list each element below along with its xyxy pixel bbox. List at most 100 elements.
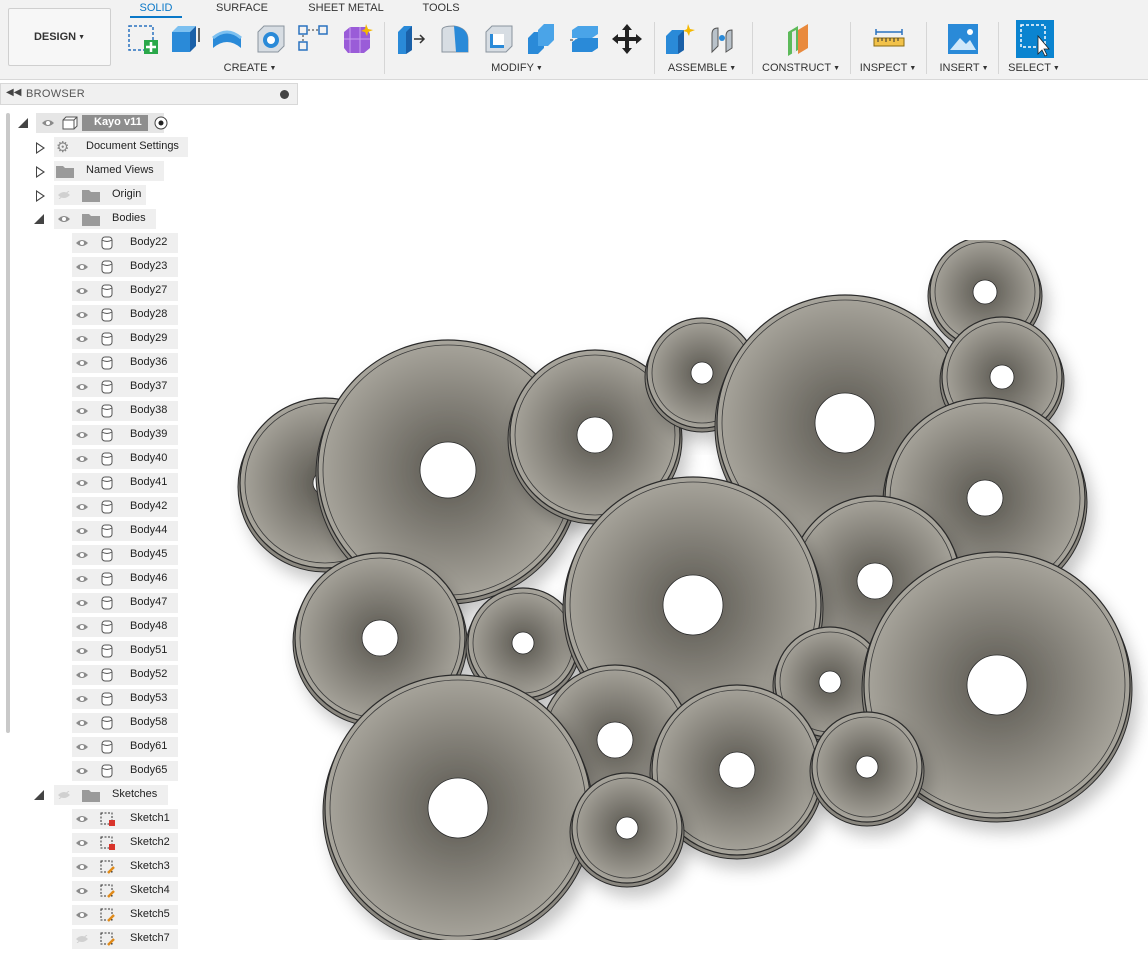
create-form-icon[interactable] (340, 22, 374, 56)
tab-sheet-metal[interactable]: SHEET METAL (305, 0, 387, 16)
hole-icon[interactable] (254, 22, 288, 56)
visibility-eye-icon[interactable] (76, 839, 88, 847)
tree-item-body[interactable]: Body51 (72, 641, 182, 661)
visibility-eye-icon[interactable] (76, 695, 88, 703)
visibility-eye-icon[interactable] (76, 479, 88, 487)
tree-item-body[interactable]: Body36 (72, 353, 182, 373)
create-menu[interactable]: CREATE ▼ (205, 61, 295, 75)
visibility-eye-icon[interactable] (76, 431, 88, 439)
tree-item-body[interactable]: Body46 (72, 569, 182, 589)
visibility-eye-icon[interactable] (76, 383, 88, 391)
select-icon[interactable] (1016, 20, 1054, 58)
insert-image-icon[interactable] (946, 22, 980, 56)
expand-arrow-icon[interactable] (36, 190, 45, 202)
split-body-icon[interactable] (568, 22, 602, 56)
expand-arrow-icon[interactable] (36, 166, 45, 178)
tree-folder-sketches[interactable]: Sketches (34, 785, 194, 805)
fillet-icon[interactable] (438, 22, 472, 56)
visibility-eye-icon[interactable] (76, 623, 88, 631)
shell-icon[interactable] (482, 22, 516, 56)
visibility-eye-icon[interactable] (76, 815, 88, 823)
tree-item-body[interactable]: Body29 (72, 329, 182, 349)
visibility-eye-icon[interactable] (76, 671, 88, 679)
modify-menu[interactable]: MODIFY ▼ (470, 61, 564, 75)
tab-tools[interactable]: TOOLS (415, 0, 467, 16)
funnel-body[interactable] (569, 772, 685, 888)
tree-item-body[interactable]: Body52 (72, 665, 182, 685)
visibility-eye-icon[interactable] (76, 719, 88, 727)
tree-item-sketch[interactable]: Sketch2 (72, 833, 182, 853)
tree-root-row[interactable]: Kayo v11 (14, 113, 184, 133)
revolve-icon[interactable] (210, 22, 244, 56)
collapse-panel-icon[interactable]: ◀◀ (6, 87, 21, 98)
tree-folder-named-views[interactable]: Named Views (34, 161, 194, 181)
tree-item-body[interactable]: Body61 (72, 737, 182, 757)
tree-item-body[interactable]: Body65 (72, 761, 182, 781)
tree-item-body[interactable]: Body28 (72, 305, 182, 325)
collapse-arrow-icon[interactable] (34, 214, 44, 224)
tree-item-body[interactable]: Body39 (72, 425, 182, 445)
visibility-eye-icon[interactable] (76, 911, 88, 919)
visibility-eye-icon[interactable] (76, 887, 88, 895)
tree-item-body[interactable]: Body44 (72, 521, 182, 541)
expand-arrow-icon[interactable] (36, 142, 45, 154)
tree-item-body[interactable]: Body22 (72, 233, 182, 253)
visibility-eye-icon[interactable] (76, 287, 88, 295)
visibility-eye-icon[interactable] (76, 599, 88, 607)
visibility-eye-icon[interactable] (76, 863, 88, 871)
visibility-eye-icon[interactable] (76, 527, 88, 535)
create-sketch-icon[interactable] (126, 22, 160, 56)
tab-surface[interactable]: SURFACE (210, 0, 274, 16)
tree-item-sketch[interactable]: Sketch1 (72, 809, 182, 829)
visibility-eye-icon[interactable] (76, 335, 88, 343)
visibility-eye-icon[interactable] (76, 503, 88, 511)
tree-item-sketch[interactable]: Sketch3 (72, 857, 182, 877)
tree-item-sketch[interactable]: Sketch7 (72, 929, 182, 949)
funnel-body[interactable] (322, 674, 594, 940)
tree-folder-origin[interactable]: Origin (34, 185, 194, 205)
visibility-eye-icon[interactable] (76, 767, 88, 775)
visibility-eye-icon[interactable] (58, 215, 70, 223)
measure-icon[interactable] (872, 22, 906, 56)
visibility-eye-icon[interactable] (76, 575, 88, 583)
visibility-eye-icon[interactable] (76, 359, 88, 367)
inspect-menu[interactable]: INSPECT ▼ (856, 61, 920, 75)
tree-item-body[interactable]: Body48 (72, 617, 182, 637)
visibility-eye-icon[interactable] (76, 263, 88, 271)
model-viewport[interactable] (230, 240, 1148, 940)
tree-folder-document-settings[interactable]: ⚙ Document Settings (34, 137, 194, 157)
collapse-arrow-icon[interactable] (34, 790, 44, 800)
browser-scrollbar[interactable] (6, 113, 10, 733)
design-workspace-button[interactable]: DESIGN ▼ (8, 8, 111, 66)
tree-item-sketch[interactable]: Sketch5 (72, 905, 182, 925)
tree-item-body[interactable]: Body37 (72, 377, 182, 397)
activate-radio-icon[interactable] (154, 116, 168, 130)
visibility-eye-icon[interactable] (76, 407, 88, 415)
tree-item-body[interactable]: Body42 (72, 497, 182, 517)
insert-menu[interactable]: INSERT ▼ (936, 61, 992, 75)
offset-plane-icon[interactable] (782, 22, 816, 56)
press-pull-icon[interactable] (394, 22, 428, 56)
tree-item-body[interactable]: Body27 (72, 281, 182, 301)
visibility-eye-hidden-icon[interactable] (58, 791, 70, 799)
select-menu[interactable]: SELECT ▼ (1006, 61, 1062, 75)
assemble-menu[interactable]: ASSEMBLE ▼ (660, 61, 744, 75)
tree-item-sketch[interactable]: Sketch4 (72, 881, 182, 901)
pattern-icon[interactable] (296, 22, 330, 56)
collapse-arrow-icon[interactable] (18, 118, 28, 128)
visibility-eye-icon[interactable] (76, 311, 88, 319)
tab-solid[interactable]: SOLID (130, 0, 182, 18)
tree-item-body[interactable]: Body58 (72, 713, 182, 733)
funnel-body[interactable] (809, 711, 925, 827)
tree-item-body[interactable]: Body38 (72, 401, 182, 421)
visibility-eye-icon[interactable] (42, 119, 54, 127)
visibility-eye-hidden-icon[interactable] (58, 191, 70, 199)
tree-item-body[interactable]: Body23 (72, 257, 182, 277)
new-component-icon[interactable] (662, 22, 696, 56)
visibility-eye-icon[interactable] (76, 647, 88, 655)
tree-item-body[interactable]: Body40 (72, 449, 182, 469)
visibility-eye-icon[interactable] (76, 239, 88, 247)
pin-icon[interactable] (280, 90, 289, 99)
tree-item-body[interactable]: Body45 (72, 545, 182, 565)
visibility-eye-icon[interactable] (76, 455, 88, 463)
